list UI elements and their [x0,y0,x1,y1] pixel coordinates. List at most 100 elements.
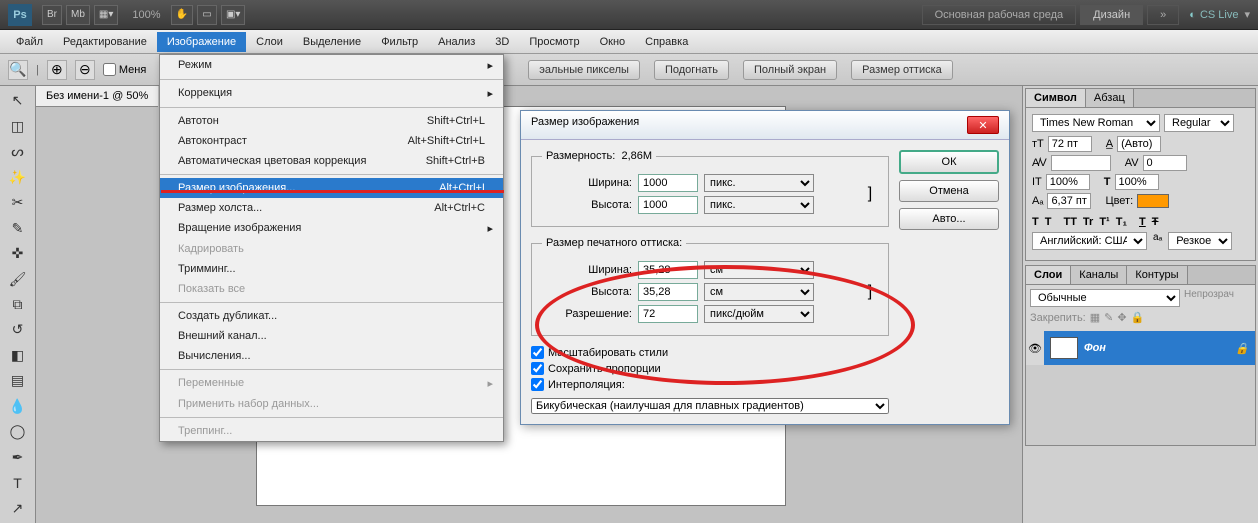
paragraph-tab[interactable]: Абзац [1086,89,1134,107]
path-tool[interactable]: ↗ [6,498,30,519]
print-height-input[interactable] [638,283,698,301]
zoom-out-icon[interactable]: ⊖ [75,60,95,80]
layer-row-background[interactable]: Фон 🔒 [1044,331,1255,365]
history-brush-tool[interactable]: ↺ [6,319,30,340]
brush-tool[interactable]: 🖌 [6,268,30,289]
menu-file[interactable]: Файл [6,32,53,52]
channels-tab[interactable]: Каналы [1071,266,1127,284]
vscale-input[interactable] [1046,174,1090,190]
lock-brush-icon[interactable]: ✎ [1104,311,1113,324]
menu-item[interactable]: Вращение изображения▸ [160,218,503,239]
auto-button[interactable]: Авто... [899,208,999,230]
br-button[interactable]: Br [42,5,62,25]
menu-filter[interactable]: Фильтр [371,32,428,52]
ok-button[interactable]: ОК [899,150,999,174]
zoom-level[interactable]: 100% [132,9,160,21]
menu-item[interactable]: АвтотонShift+Ctrl+L [160,111,503,131]
lock-all-icon[interactable]: 🔒 [1131,311,1145,324]
kerning-input[interactable] [1051,155,1111,171]
scale-styles-checkbox[interactable] [531,346,544,359]
menu-item[interactable]: Показать все [160,279,503,299]
menu-help[interactable]: Справка [635,32,698,52]
stamp-tool[interactable]: ⧉ [6,294,30,315]
workspace-design[interactable]: Дизайн [1080,5,1143,25]
menu-analysis[interactable]: Анализ [428,32,485,52]
wand-tool[interactable]: ✨ [6,166,30,187]
mb-button[interactable]: Mb [66,5,90,25]
link-icon[interactable]: ] [862,185,878,203]
lasso-tool[interactable]: ᔕ [6,141,30,162]
character-tab[interactable]: Символ [1026,89,1086,107]
language-select[interactable]: Английский: США [1032,232,1147,250]
gradient-tool[interactable]: ▤ [6,370,30,391]
layers-tab[interactable]: Слои [1026,266,1071,284]
resize-checkbox[interactable]: Меня [103,63,146,76]
cancel-button[interactable]: Отмена [899,180,999,202]
zoom-in-icon[interactable]: ⊕ [47,60,67,80]
menu-item[interactable]: Размер холста...Alt+Ctrl+C [160,198,503,218]
menu-item[interactable]: Вычисления... [160,346,503,366]
menu-layers[interactable]: Слои [246,32,293,52]
blend-mode-select[interactable]: Обычные [1030,289,1180,307]
font-size-input[interactable] [1048,136,1092,152]
lock-move-icon[interactable]: ✥ [1117,311,1126,324]
menu-item[interactable]: Создать дубликат... [160,306,503,326]
height-input[interactable] [638,196,698,214]
menu-3d[interactable]: 3D [485,32,519,52]
move-tool[interactable]: ↖ [6,90,30,111]
keep-proportions-checkbox[interactable] [531,362,544,375]
width-input[interactable] [638,174,698,192]
menu-image[interactable]: Изображение [157,32,246,52]
zoom-tool-icon[interactable]: 🔍 [8,60,28,80]
menu-view[interactable]: Просмотр [519,32,589,52]
print-width-unit[interactable]: см [704,261,814,279]
print-width-input[interactable] [638,261,698,279]
workspace-primary[interactable]: Основная рабочая среда [922,5,1077,25]
interpolation-checkbox[interactable] [531,378,544,391]
fullscreen-button[interactable]: Полный экран [743,60,837,80]
marquee-tool[interactable]: ◫ [6,115,30,136]
menu-item[interactable]: Режим▸ [160,55,503,76]
eraser-tool[interactable]: ◧ [6,345,30,366]
heal-tool[interactable]: ✜ [6,243,30,264]
menu-item[interactable]: Размер изображения...Alt+Ctrl+I [160,178,503,198]
resolution-unit[interactable]: пикс/дюйм [704,305,814,323]
hand-mini[interactable]: ✋ [171,5,193,25]
menu-item[interactable]: Автоматическая цветовая коррекцияShift+C… [160,151,503,171]
antialias-select[interactable]: Резкое [1168,232,1232,250]
hscale-input[interactable] [1115,174,1159,190]
real-pixels-button[interactable]: эальные пикселы [528,60,640,80]
type-tool[interactable]: T [6,472,30,493]
tracking-input[interactable] [1143,155,1187,171]
crop-tool[interactable]: ✂ [6,192,30,213]
menu-item[interactable]: Тримминг... [160,259,503,279]
view-mini[interactable]: ▭ [197,5,217,25]
document-tab[interactable]: Без имени-1 @ 50% [36,86,158,107]
menu-window[interactable]: Окно [590,32,636,52]
link-icon-2[interactable]: ] [862,283,878,301]
menu-item[interactable]: Кадрировать [160,239,503,259]
print-size-button[interactable]: Размер оттиска [851,60,953,80]
menu-item[interactable]: Внешний канал... [160,326,503,346]
print-height-unit[interactable]: см [704,283,814,301]
layer-visibility-icon[interactable]: 👁 [1026,331,1044,365]
dodge-tool[interactable]: ◯ [6,421,30,442]
grid-button[interactable]: ▦▾ [94,5,118,25]
font-style-select[interactable]: Regular [1164,114,1234,132]
pen-tool[interactable]: ✒ [6,447,30,468]
menu-item[interactable]: Коррекция▸ [160,83,503,104]
menu-edit[interactable]: Редактирование [53,32,157,52]
resolution-input[interactable] [638,305,698,323]
menu-select[interactable]: Выделение [293,32,371,52]
width-unit-select[interactable]: пикс. [704,174,814,192]
fit-button[interactable]: Подогнать [654,60,729,80]
cs-live[interactable]: CS Live [1189,9,1238,21]
menu-item[interactable]: АвтоконтрастAlt+Shift+Ctrl+L [160,131,503,151]
baseline-input[interactable] [1047,193,1091,209]
leading-input[interactable] [1117,136,1161,152]
close-icon[interactable]: ✕ [967,116,999,134]
help-icon[interactable]: ▾ [1244,8,1250,21]
text-color-swatch[interactable] [1137,194,1169,208]
blur-tool[interactable]: 💧 [6,396,30,417]
eyedropper-tool[interactable]: ✎ [6,217,30,238]
